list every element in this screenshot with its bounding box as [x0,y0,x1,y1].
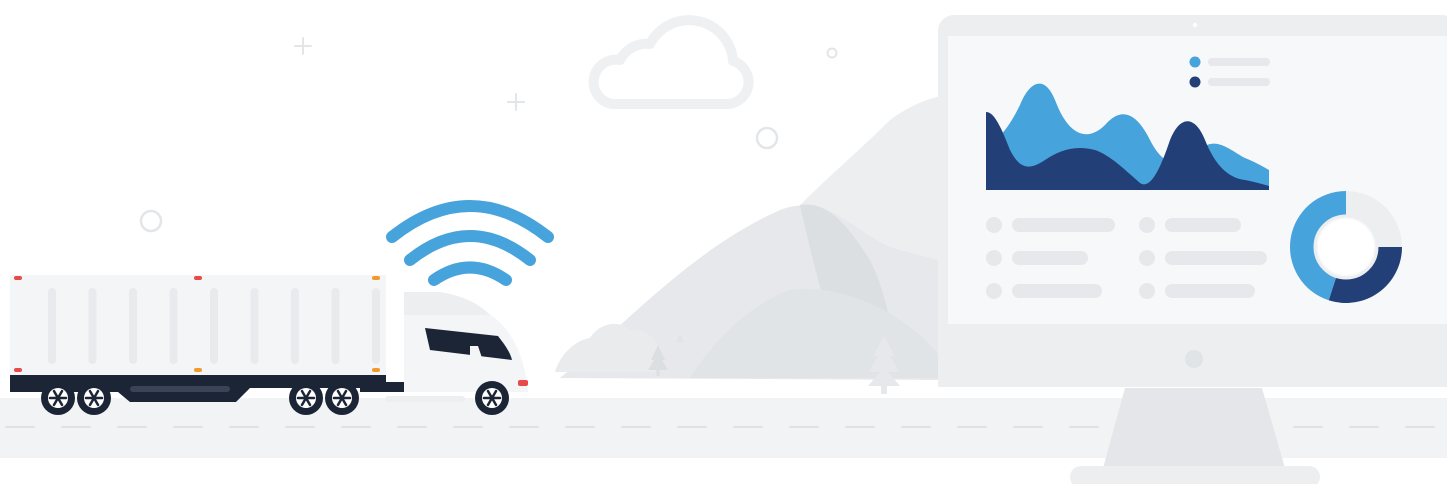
lane-dash [61,426,91,428]
trailer-rib [210,288,218,364]
legend-label-placeholder [1208,58,1270,66]
sparkle-plus-icon [507,93,525,111]
wheel-axle [339,395,345,401]
wheel-axle [303,395,309,401]
wheel-axle [55,395,61,401]
lane-dash [5,426,35,428]
trailer-rib [88,288,97,364]
list-bullet [986,217,1002,233]
trailer-rib [372,288,380,364]
legend-swatch [1189,56,1201,68]
lane-dash [1349,426,1379,428]
lane-dash [229,426,259,428]
lane-dash [1293,426,1323,428]
lane-dash [341,426,371,428]
cloud-icon [588,15,754,109]
list-text-placeholder [1165,251,1267,265]
marker-light [372,276,380,280]
wheel-axle [91,395,97,401]
monitor-stand-base [1070,466,1320,484]
marker-light [14,368,22,372]
fleet-telematics-illustration [0,15,1447,484]
wheel-axle [489,395,495,401]
list-bullet [986,283,1002,299]
lane-dash [117,426,147,428]
lane-dash [453,426,483,428]
list-bullet [1139,250,1155,266]
marker-light [14,276,22,280]
lane-dash [565,426,595,428]
mountains [555,95,950,380]
trailer-body [10,275,386,375]
donut-chart [1290,191,1402,303]
monitor-power-button [1185,350,1203,368]
bubble-icon [139,209,163,233]
bubble-icon [755,126,779,150]
truck-headlight [518,380,528,386]
truck-cab-roof [404,292,490,315]
list-text-placeholder [1012,284,1102,298]
list-text-placeholder [1012,251,1088,265]
marker-light [194,276,202,280]
list-bullet [1139,217,1155,233]
sparkle-plus-icon [294,37,312,55]
lane-dash [845,426,875,428]
truck-step [385,396,465,402]
cab-chassis [360,382,404,392]
lane-dash [621,426,651,428]
lane-dash [173,426,203,428]
trailer-rib [291,288,299,364]
legend-swatch [1189,76,1201,88]
lane-dash [1405,426,1435,428]
trailer-rib [129,288,137,364]
lane-dash [957,426,987,428]
lane-dash [509,426,539,428]
truck [10,275,528,415]
trailer-rib [48,288,56,364]
bubble-icon [826,47,838,59]
trailer-rib [331,288,340,364]
trailer-rib [169,288,178,364]
donut-hole [1318,219,1374,275]
marker-light [372,368,380,372]
lane-dash [1013,426,1043,428]
list-bullet [986,250,1002,266]
monitor-camera [1192,22,1198,28]
monitor-stand-neck [1103,388,1285,468]
marker-light [194,368,202,372]
trailer-side-skirt [130,386,230,392]
list-text-placeholder [1165,218,1241,232]
lane-dash [1069,426,1099,428]
lane-dash [677,426,707,428]
lane-dash [789,426,819,428]
wifi-signal-icon [386,200,554,286]
lane-dash [733,426,763,428]
lane-dash [285,426,315,428]
lane-dash [901,426,931,428]
list-bullet [1139,283,1155,299]
list-text-placeholder [1012,218,1115,232]
list-text-placeholder [1165,284,1255,298]
lane-dash [397,426,427,428]
trailer-rib [250,288,259,364]
legend-label-placeholder [1208,78,1270,86]
